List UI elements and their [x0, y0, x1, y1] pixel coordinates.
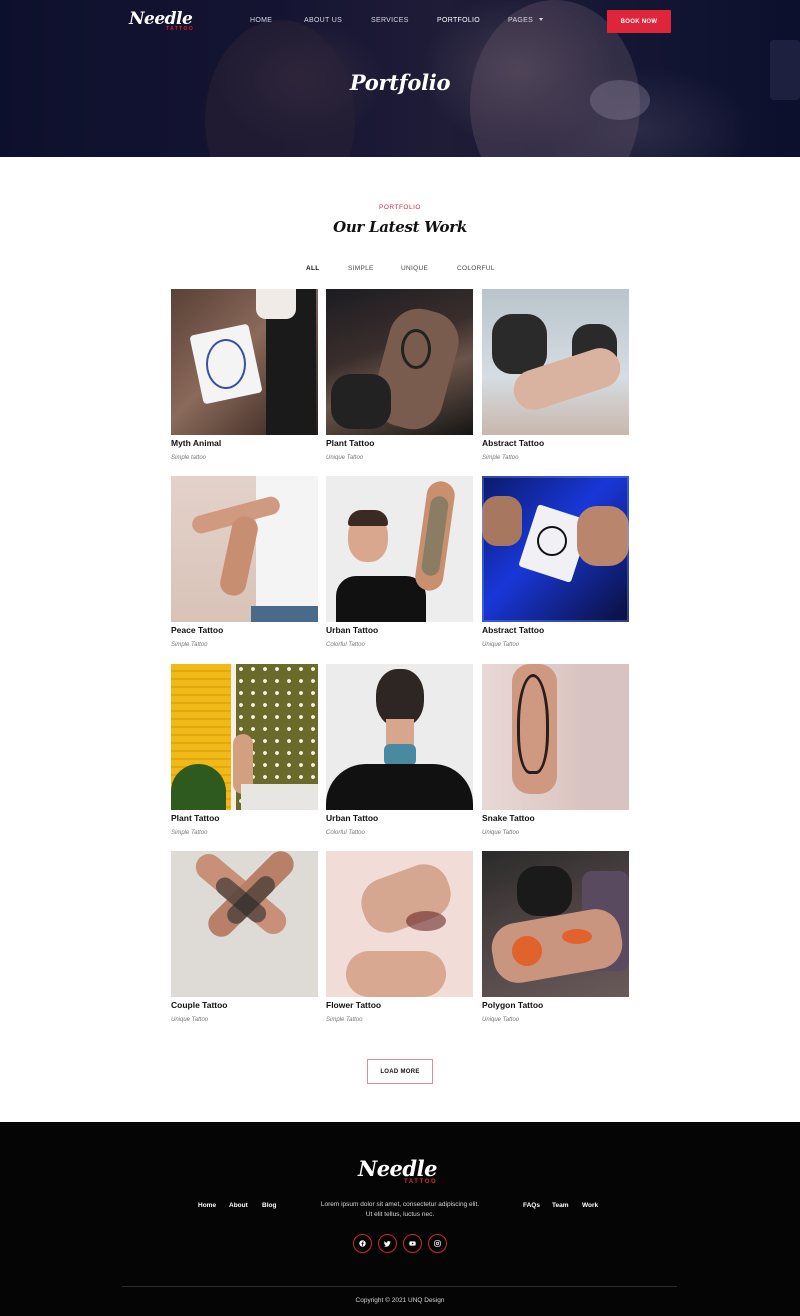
nav-portfolio[interactable]: PORTFOLIO — [437, 17, 480, 24]
hero-banner: Needle TATTOO HOME ABOUT US SERVICES POR… — [0, 0, 800, 157]
card-title: Abstract Tattoo — [482, 438, 545, 448]
card-title: Flower Tattoo — [326, 1000, 382, 1010]
footer-link-team[interactable]: Team — [552, 1202, 569, 1209]
portfolio-image[interactable] — [171, 851, 318, 997]
footer-link-about[interactable]: About — [229, 1202, 248, 1209]
card-category: Simple Tattoo — [171, 642, 208, 648]
copyright: Copyright © 2021 UNQ Design — [355, 1297, 445, 1304]
nav-pages[interactable]: PAGES — [508, 17, 544, 24]
chevron-down-icon — [539, 18, 544, 21]
portfolio-image[interactable] — [482, 476, 629, 622]
portfolio-image[interactable] — [326, 476, 473, 622]
card-category: Unique Tattoo — [482, 642, 520, 648]
facebook-icon — [359, 1240, 366, 1247]
filter-all[interactable]: ALL — [306, 265, 320, 272]
footer-link-home[interactable]: Home — [198, 1202, 216, 1209]
portfolio-card[interactable]: Peace Tattoo Simple Tattoo — [171, 476, 318, 648]
footer-description: Lorem ipsum dolor sit amet, consectetur … — [305, 1200, 495, 1220]
card-title: Peace Tattoo — [171, 625, 224, 635]
portfolio-card[interactable]: Urban Tattoo Colorful Tattoo — [326, 664, 473, 836]
portfolio-card[interactable]: Abstract Tattoo Simple Tattoo — [482, 289, 629, 461]
footer-text-line: Ut elit tellus, luctus nec. — [365, 1211, 435, 1218]
footer-brand-tagline: TATTOO — [404, 1179, 438, 1185]
card-title: Polygon Tattoo — [482, 1000, 544, 1010]
youtube-button[interactable] — [403, 1234, 422, 1253]
portfolio-card[interactable]: Abstract Tattoo Unique Tattoo — [482, 476, 629, 648]
card-category: Simple Tattoo — [171, 830, 208, 836]
card-category: Unique Tattoo — [171, 1017, 209, 1023]
card-category: Simple Tattoo — [326, 1017, 363, 1023]
card-title: Snake Tattoo — [482, 813, 535, 823]
footer-logo[interactable]: Needle TATTOO — [358, 1157, 448, 1191]
load-more-button[interactable]: LOAD MORE — [367, 1059, 433, 1084]
section-title: Our Latest Work — [333, 218, 467, 236]
portfolio-image[interactable] — [171, 476, 318, 622]
footer-divider — [122, 1286, 677, 1287]
portfolio-image[interactable] — [482, 851, 629, 997]
card-category: Simple tattoo — [171, 455, 207, 461]
filter-unique[interactable]: UNIQUE — [401, 265, 428, 272]
portfolio-image[interactable] — [171, 664, 318, 810]
twitter-button[interactable] — [378, 1234, 397, 1253]
portfolio-image[interactable] — [171, 289, 318, 435]
portfolio-image[interactable] — [326, 851, 473, 997]
card-category: Simple Tattoo — [482, 455, 519, 461]
footer-link-blog[interactable]: Blog — [262, 1202, 276, 1209]
portfolio-card[interactable]: Plant Tattoo Unique Tattoo — [326, 289, 473, 461]
card-title: Plant Tattoo — [171, 813, 220, 823]
card-category: Colorful Tattoo — [326, 830, 365, 836]
portfolio-card[interactable]: Flower Tattoo Simple Tattoo — [326, 851, 473, 1023]
portfolio-image[interactable] — [326, 664, 473, 810]
facebook-button[interactable] — [353, 1234, 372, 1253]
portfolio-card[interactable]: Polygon Tattoo Unique Tattoo — [482, 851, 629, 1023]
footer-brand-name: Needle — [358, 1156, 437, 1181]
section-eyebrow: PORTFOLIO — [379, 204, 421, 211]
portfolio-card[interactable]: Snake Tattoo Unique Tattoo — [482, 664, 629, 836]
footer-link-work[interactable]: Work — [582, 1202, 598, 1209]
card-category: Colorful Tattoo — [326, 642, 365, 648]
filter-colorful[interactable]: COLORFUL — [457, 265, 495, 272]
nav-home[interactable]: HOME — [250, 17, 272, 24]
nav-services[interactable]: SERVICES — [371, 17, 409, 24]
twitter-icon — [384, 1240, 391, 1247]
footer: Needle TATTOO Home About Blog Lorem ipsu… — [0, 1122, 800, 1316]
nav-about-us[interactable]: ABOUT US — [304, 17, 342, 24]
portfolio-image[interactable] — [326, 289, 473, 435]
portfolio-card[interactable]: Couple Tattoo Unique Tattoo — [171, 851, 318, 1023]
card-title: Myth Animal — [171, 438, 222, 448]
card-category: Unique Tattoo — [326, 455, 364, 461]
page-title: Portfolio — [349, 70, 451, 95]
nav-pages-label: PAGES — [508, 17, 534, 24]
filter-simple[interactable]: SIMPLE — [348, 265, 374, 272]
brand-logo[interactable]: Needle TATTOO — [129, 10, 199, 34]
card-title: Plant Tattoo — [326, 438, 375, 448]
portfolio-image[interactable] — [482, 664, 629, 810]
portfolio-card[interactable]: Urban Tattoo Colorful Tattoo — [326, 476, 473, 648]
card-category: Unique Tattoo — [482, 1017, 520, 1023]
instagram-button[interactable] — [428, 1234, 447, 1253]
footer-link-faqs[interactable]: FAQs — [523, 1202, 540, 1209]
card-title: Abstract Tattoo — [482, 625, 545, 635]
footer-text-line: Lorem ipsum dolor sit amet, consectetur … — [320, 1201, 480, 1208]
brand-tagline: TATTOO — [166, 26, 195, 32]
portfolio-card[interactable]: Myth Animal Simple tattoo — [171, 289, 318, 461]
portfolio-card[interactable]: Plant Tattoo Simple Tattoo — [171, 664, 318, 836]
portfolio-image[interactable] — [482, 289, 629, 435]
instagram-icon — [434, 1240, 441, 1247]
card-category: Unique Tattoo — [482, 830, 520, 836]
card-title: Couple Tattoo — [171, 1000, 228, 1010]
card-title: Urban Tattoo — [326, 813, 379, 823]
youtube-icon — [409, 1241, 416, 1246]
card-title: Urban Tattoo — [326, 625, 379, 635]
book-now-button[interactable]: BOOK NOW — [607, 10, 671, 33]
